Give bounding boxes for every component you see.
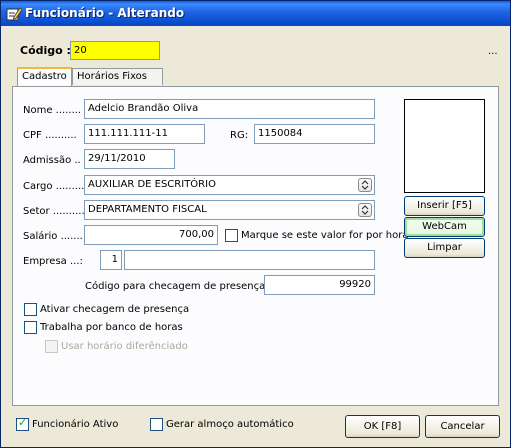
cancel-button[interactable]: Cancelar [425, 415, 500, 438]
salario-por-hora-label: Marque se este valor for por hora [241, 230, 409, 241]
salario-por-hora-checkbox[interactable] [225, 229, 238, 242]
checagem-field[interactable]: 99920 [264, 275, 375, 295]
employee-photo-frame [404, 99, 485, 193]
funcionario-ativo-label: Funcionário Ativo [32, 419, 119, 430]
ativar-checagem-checkbox[interactable] [24, 303, 37, 316]
codigo-field[interactable]: 20 [70, 41, 160, 60]
checkmark-icon: ✓ [18, 416, 28, 429]
banco-horas-checkbox[interactable] [24, 321, 37, 334]
tab-horarios-fixos[interactable]: Horários Fixos [72, 68, 163, 85]
salario-label: Salário ....... [23, 231, 83, 242]
setor-value: DEPARTAMENTO FISCAL [88, 204, 207, 215]
ellipsis-text: ... [488, 46, 498, 57]
cpf-label: CPF .......... [23, 130, 77, 141]
horario-diferenciado-label: Usar horário diferênciado [61, 341, 188, 352]
limpar-photo-button[interactable]: Limpar [404, 238, 485, 258]
empresa-code-field[interactable]: 1 [100, 250, 122, 270]
client-area: Código : 20 ... Cadastro Horários Fixos … [4, 27, 507, 445]
nome-label: Nome ........ [23, 105, 82, 116]
empresa-label: Empresa ...: [23, 256, 83, 267]
setor-dropdown-button[interactable] [358, 203, 372, 217]
cargo-label: Cargo ......... [23, 181, 85, 192]
rg-label: RG: [230, 130, 249, 141]
window-title: Funcionário - Alterando [25, 6, 185, 20]
title-bar[interactable]: Funcionário - Alterando [1, 1, 510, 26]
inserir-photo-button[interactable]: Inserir [F5] [404, 196, 485, 216]
codigo-label: Código : [20, 44, 71, 57]
admissao-label: Admissão .. [23, 155, 81, 166]
cargo-select[interactable]: AUXILIAR DE ESCRITÓRIO [84, 175, 375, 195]
checagem-label: Código para checagem de presença : [85, 281, 272, 292]
empresa-name-field[interactable] [124, 250, 375, 270]
gerar-almoco-label: Gerar almoço automático [166, 419, 294, 430]
setor-label: Setor .......... [23, 206, 85, 217]
admissao-field[interactable]: 29/11/2010 [84, 149, 175, 169]
rg-field[interactable]: 1150084 [254, 124, 375, 144]
funcionario-window: Funcionário - Alterando Código : 20 ... … [0, 0, 511, 448]
ok-button[interactable]: OK [F8] [345, 415, 420, 438]
banco-horas-label: Trabalha por banco de horas [40, 322, 183, 333]
salario-field[interactable]: 700,00 [84, 225, 218, 245]
funcionario-ativo-checkbox[interactable]: ✓ [16, 416, 29, 431]
nome-field[interactable]: Adelcio Brandão Oliva [84, 99, 375, 119]
cargo-dropdown-button[interactable] [358, 178, 372, 192]
updown-chevron-icon [361, 205, 369, 215]
edit-pencil-icon [6, 7, 22, 21]
cpf-field[interactable]: 111.111.111-11 [84, 124, 205, 144]
horario-diferenciado-checkbox[interactable] [45, 340, 58, 353]
gerar-almoco-checkbox[interactable] [150, 418, 163, 431]
updown-chevron-icon [361, 180, 369, 190]
setor-select[interactable]: DEPARTAMENTO FISCAL [84, 200, 375, 220]
tab-cadastro[interactable]: Cadastro [17, 67, 72, 86]
cargo-value: AUXILIAR DE ESCRITÓRIO [88, 179, 216, 190]
webcam-button[interactable]: WebCam [404, 217, 485, 237]
ativar-checagem-label: Ativar checagem de presença [40, 304, 190, 315]
